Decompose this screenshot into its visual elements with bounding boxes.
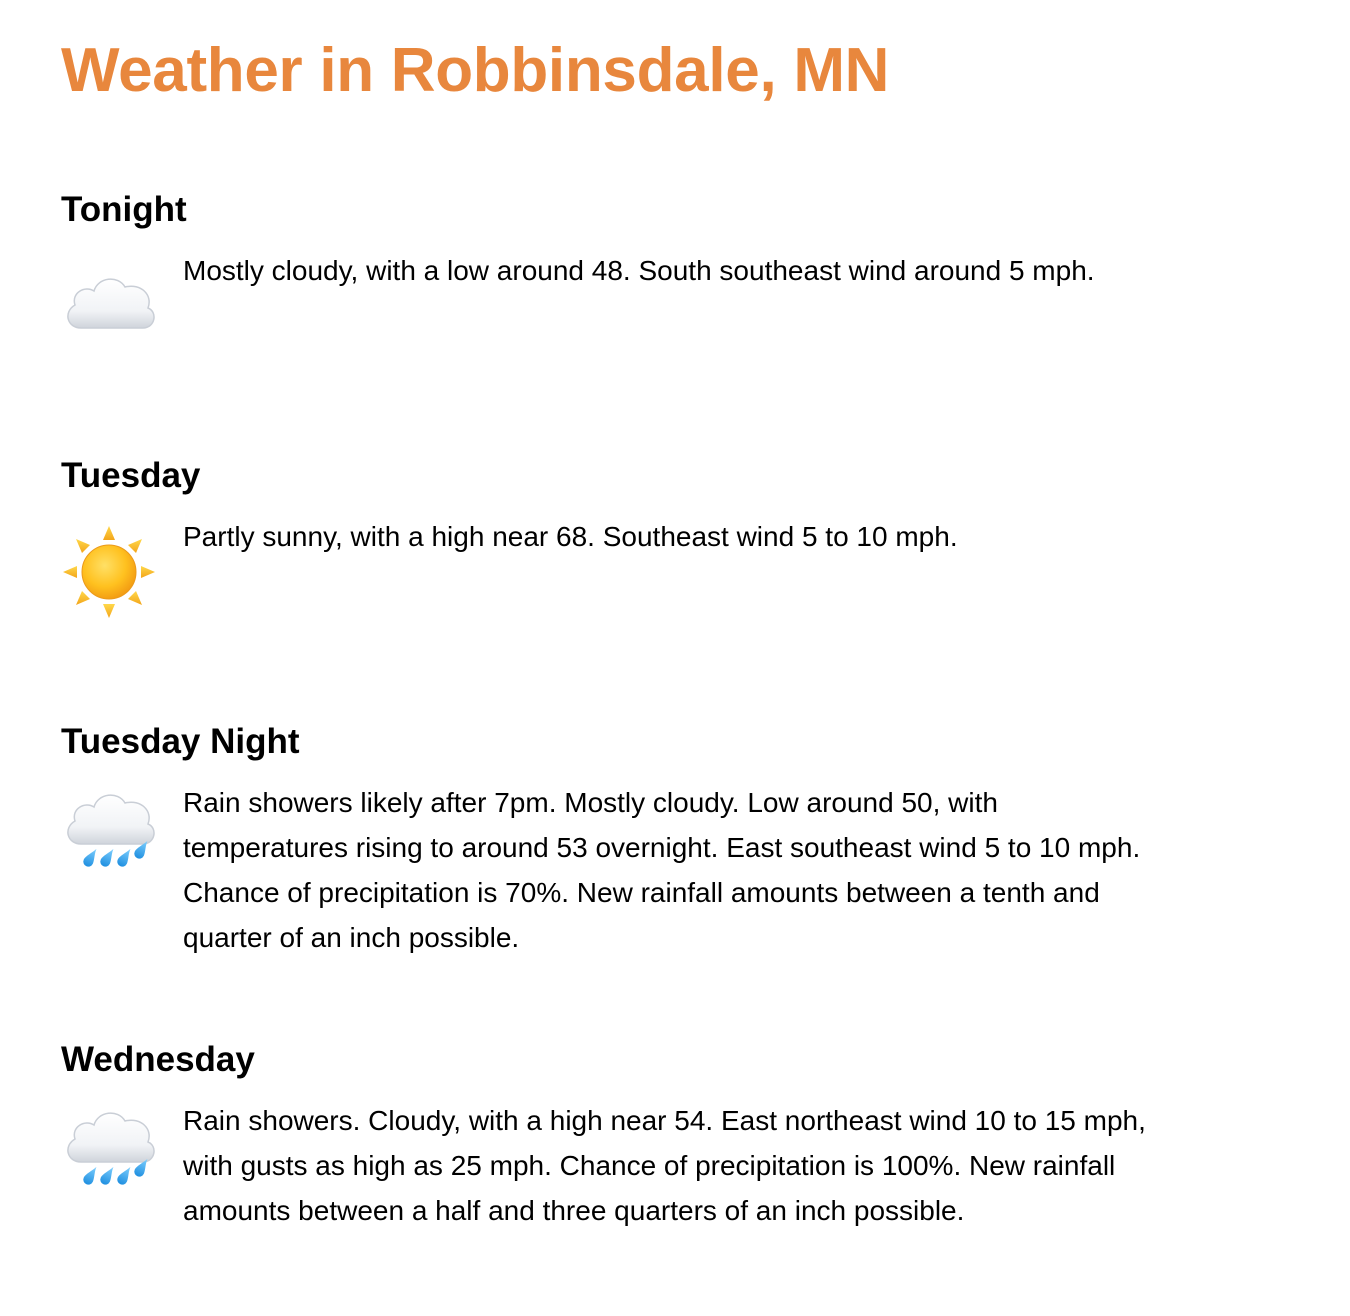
forecast-period-tuesday-night: Tuesday Night Rain showers likely after …: [61, 722, 1181, 960]
forecast-period-tuesday: Tuesday Partly sunny, with a high near 6…: [61, 456, 1181, 618]
period-body: Partly sunny, with a high near 68. South…: [61, 514, 1181, 618]
period-body: Rain showers. Cloudy, with a high near 5…: [61, 1098, 1181, 1233]
rain-cloud-icon: [67, 1112, 155, 1185]
period-description: Rain showers. Cloudy, with a high near 5…: [183, 1105, 1146, 1226]
period-description: Partly sunny, with a high near 68. South…: [183, 521, 958, 552]
period-body: Rain showers likely after 7pm. Mostly cl…: [61, 780, 1181, 960]
rain-cloud-icon: [67, 794, 155, 867]
cloud-icon: [67, 278, 155, 329]
period-description: Rain showers likely after 7pm. Mostly cl…: [183, 787, 1141, 953]
forecast-period-tonight: Tonight Mostly cloudy, with a low around…: [61, 190, 1181, 329]
sun-icon: [63, 526, 155, 618]
period-name: Tuesday: [61, 456, 201, 495]
period-name: Tonight: [61, 190, 187, 229]
period-name: Tuesday Night: [61, 722, 300, 761]
page-title: Weather in Robbinsdale, MN: [61, 36, 890, 105]
forecast-period-wednesday: Wednesday Rain showers. Cloudy, with a h…: [61, 1040, 1181, 1233]
period-name: Wednesday: [61, 1040, 255, 1079]
period-body: Mostly cloudy, with a low around 48. Sou…: [61, 248, 1181, 329]
period-description: Mostly cloudy, with a low around 48. Sou…: [183, 255, 1095, 286]
